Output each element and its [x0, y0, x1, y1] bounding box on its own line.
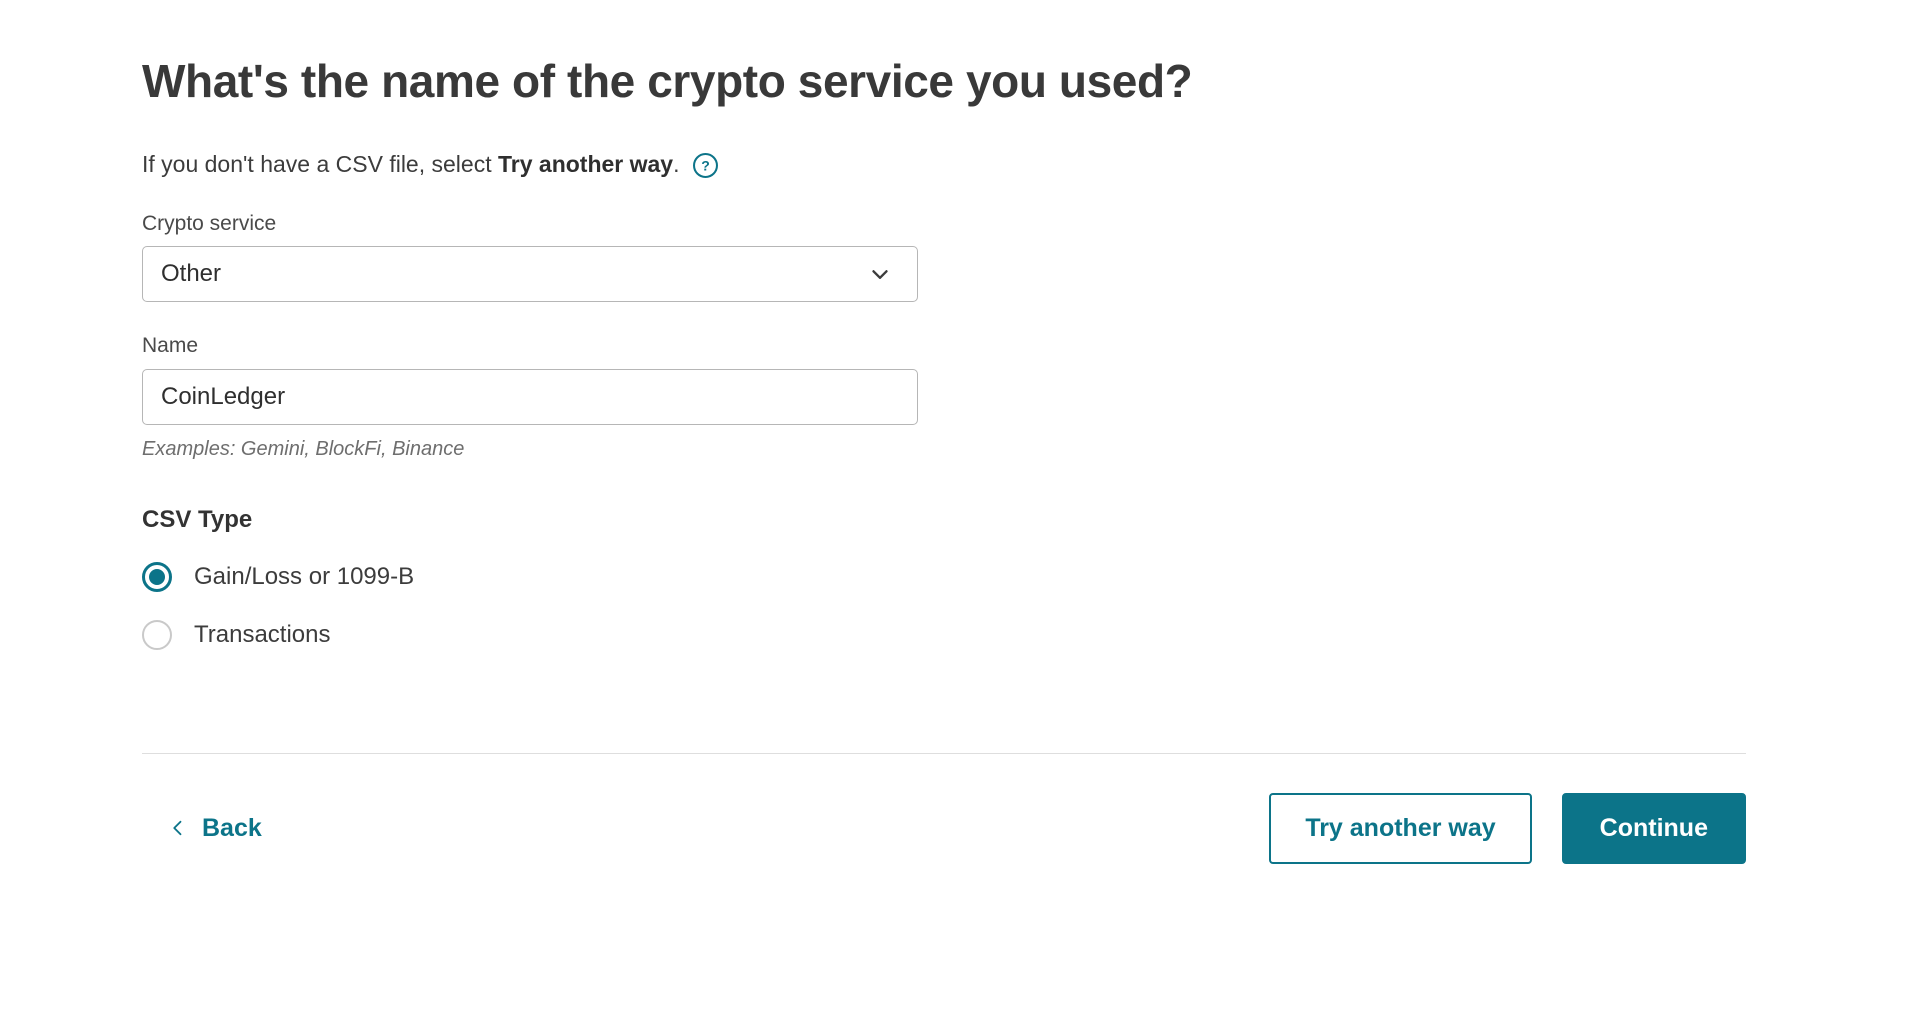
crypto-service-select[interactable]: Other	[142, 246, 918, 303]
subtitle-text-after: .	[673, 151, 680, 178]
primary-actions: Try another way Continue	[1269, 792, 1746, 864]
page-title: What's the name of the crypto service yo…	[142, 55, 1193, 107]
back-button[interactable]: Back	[162, 806, 268, 851]
footer-divider	[142, 752, 1746, 754]
name-label: Name	[142, 334, 199, 358]
svg-text:?: ?	[701, 157, 710, 173]
csv-type-radio-group: Gain/Loss or 1099-B Transactions	[142, 553, 1746, 659]
crypto-service-field: Crypto service Other	[142, 210, 1746, 303]
form-content: What's the name of the crypto service yo…	[142, 0, 1746, 864]
radio-label-gain-loss: Gain/Loss or 1099-B	[194, 562, 415, 590]
chevron-down-icon	[867, 261, 893, 287]
radio-label-transactions: Transactions	[194, 620, 331, 648]
footer-actions-bar: Back Try another way Continue	[142, 792, 1746, 864]
crypto-service-label: Crypto service	[142, 212, 277, 236]
radio-option-transactions[interactable]: Transactions	[142, 611, 1746, 659]
crypto-service-value: Other	[161, 262, 222, 287]
chevron-left-icon	[168, 816, 188, 840]
help-circle-icon[interactable]: ?	[692, 152, 719, 179]
radio-mark-selected	[142, 561, 172, 592]
csv-type-label: CSV Type	[142, 505, 253, 533]
subtitle: If you don't have a CSV file, select Try…	[142, 150, 1746, 180]
radio-mark-unselected	[142, 619, 172, 650]
name-input[interactable]	[142, 368, 918, 425]
radio-option-gain-loss[interactable]: Gain/Loss or 1099-B	[142, 553, 1746, 601]
name-helper-text: Examples: Gemini, BlockFi, Binance	[142, 437, 465, 460]
name-field: Name Examples: Gemini, BlockFi, Binance	[142, 332, 1746, 461]
try-another-way-button[interactable]: Try another way	[1269, 792, 1532, 864]
back-button-label: Back	[202, 813, 262, 842]
continue-button[interactable]: Continue	[1561, 792, 1746, 864]
subtitle-text-before: If you don't have a CSV file, select	[142, 151, 498, 178]
page-root: What's the name of the crypto service yo…	[0, 0, 1916, 1020]
subtitle-emphasis: Try another way	[497, 151, 674, 178]
